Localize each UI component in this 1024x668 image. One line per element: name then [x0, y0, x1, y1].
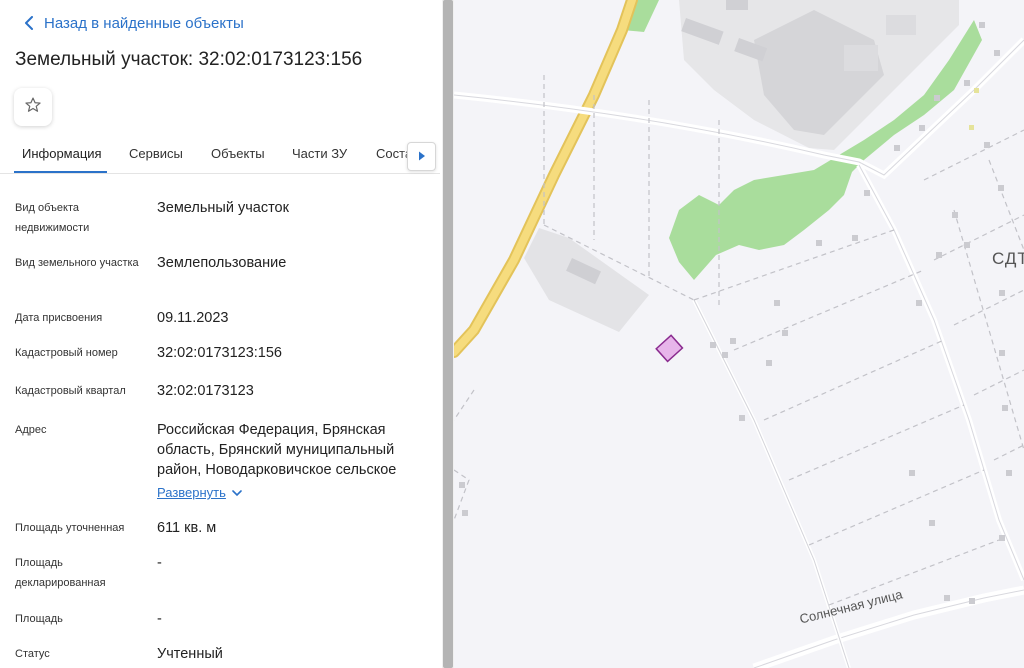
field-value: 09.11.2023 [157, 310, 229, 326]
field-label: Кадастровый квартал [15, 385, 126, 397]
field-label: Площадь уточненная [15, 522, 125, 534]
field-label: Статус [15, 648, 50, 660]
field-label: Вид объекта недвижимости [15, 202, 90, 234]
page-title: Земельный участок: 32:02:0173123:156 [15, 49, 363, 70]
expand-label: Развернуть [157, 485, 226, 500]
field-value: 32:02:0173123 [157, 383, 254, 399]
scrollbar-thumb[interactable] [443, 0, 453, 668]
info-tabs: Информация Сервисы Объекты Части ЗУ Сост… [0, 134, 440, 174]
building [886, 15, 916, 35]
field-value: Земельный участок [157, 200, 289, 216]
tab-information[interactable]: Информация [22, 146, 102, 161]
tab-objects[interactable]: Объекты [211, 146, 265, 161]
building [726, 0, 748, 10]
building [844, 45, 878, 71]
favorite-button[interactable] [14, 88, 52, 126]
tab-services[interactable]: Сервисы [129, 146, 183, 161]
area-label: СДТ [992, 249, 1024, 268]
field-label: Вид земельного участка [15, 257, 139, 269]
field-value: 32:02:0173123:156 [157, 345, 282, 361]
chevron-left-icon [18, 12, 40, 34]
cadastral-map[interactable]: Солнечная улица СДТ [454, 0, 1024, 668]
chevron-right-icon [418, 148, 426, 166]
star-icon [24, 96, 42, 119]
field-label: Кадастровый номер [15, 347, 118, 359]
field-label: Площадь [15, 613, 63, 625]
active-tab-indicator [14, 171, 107, 173]
field-value: Учтенный [157, 646, 223, 662]
field-value: Землепользование [157, 255, 287, 271]
field-value: 611 кв. м [157, 520, 217, 536]
field-value: Российская Федерация, Брянская область, … [157, 422, 397, 478]
back-to-results-link[interactable]: Назад в найденные объекты [18, 12, 244, 34]
field-label: Адрес [15, 424, 47, 436]
field-label: Дата присвоения [15, 312, 103, 324]
field-value: - [157, 611, 162, 627]
tab-parcel-parts[interactable]: Части ЗУ [292, 146, 347, 161]
object-info-panel: Назад в найденные объекты Земельный учас… [0, 0, 442, 668]
back-link-label: Назад в найденные объекты [44, 14, 244, 32]
field-label: Площадь декларированная [15, 557, 106, 589]
field-value: - [157, 555, 162, 571]
tabs-scroll-right-button[interactable] [407, 142, 436, 171]
chevron-down-icon [232, 489, 242, 497]
panel-scrollbar[interactable] [442, 0, 454, 668]
selected-parcel [655, 334, 684, 363]
expand-address-link[interactable]: Развернуть [157, 483, 427, 503]
map-canvas [454, 0, 1024, 668]
address-value-wrap: Российская Федерация, Брянская область, … [157, 420, 427, 503]
